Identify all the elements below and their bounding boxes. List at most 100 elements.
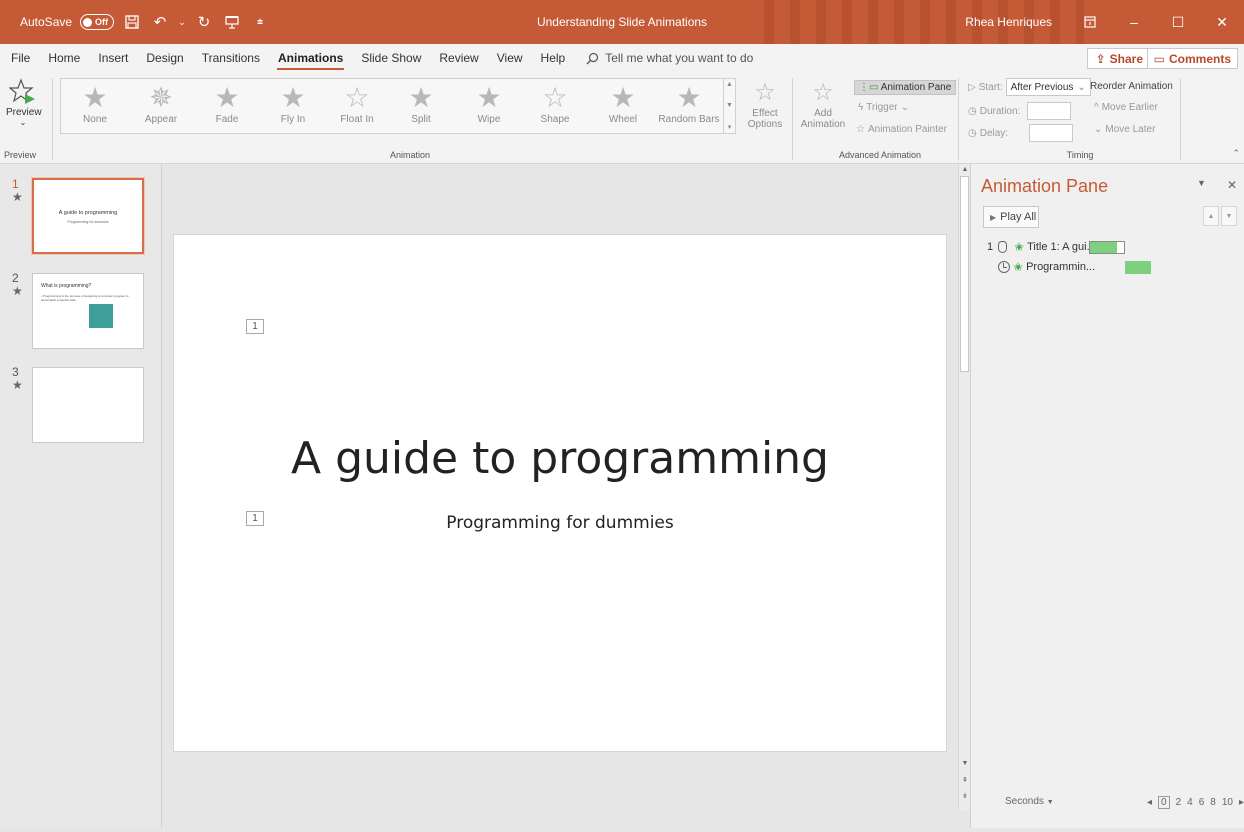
animation-indicator-icon: ★ [12, 378, 23, 392]
preview-button[interactable]: Preview ⌄ [6, 78, 42, 127]
seconds-dropdown[interactable]: Seconds ▼ [1005, 796, 1054, 807]
slide-thumbnail-2[interactable]: What is programming? • Programming is th… [32, 273, 144, 349]
scroll-thumb[interactable] [960, 176, 969, 372]
move-later-button[interactable]: ⌄ Move Later [1094, 124, 1155, 135]
tab-help[interactable]: Help [532, 44, 575, 72]
customize-qat-icon[interactable]: ⩧ [250, 12, 270, 32]
user-name[interactable]: Rhea Henriques [965, 15, 1052, 29]
maximize-icon[interactable]: ☐ [1156, 0, 1200, 44]
tab-home[interactable]: Home [39, 44, 89, 72]
gallery-wheel[interactable]: ★ Wheel [591, 82, 655, 125]
gallery-up-icon[interactable]: ▲ [726, 81, 733, 88]
delay-input[interactable] [1029, 124, 1074, 142]
gallery-float-in[interactable]: ☆ Float In [325, 82, 389, 125]
slide-thumbnail-3[interactable] [32, 367, 144, 443]
tab-view[interactable]: View [488, 44, 532, 72]
timeline-right-icon[interactable]: ▸ [1239, 797, 1244, 808]
share-button[interactable]: ⇪ Share [1086, 48, 1152, 69]
animation-list-item[interactable]: 1 ✬ Title 1: A gui... [987, 238, 1096, 256]
tab-animations[interactable]: Animations [269, 44, 352, 72]
tell-me-search[interactable]: Tell me what you want to do [586, 51, 753, 65]
gallery-random-bars[interactable]: ★ Random Bars [655, 82, 723, 125]
gallery-more-icon[interactable]: ▾ [728, 123, 732, 131]
minimize-icon[interactable]: – [1112, 0, 1156, 44]
ribbon-display-options-icon[interactable] [1068, 0, 1112, 44]
move-down-icon[interactable]: ▼ [1221, 206, 1237, 226]
collapse-ribbon-icon[interactable]: ⌃ [1232, 148, 1240, 159]
tab-transitions[interactable]: Transitions [193, 44, 269, 72]
save-icon[interactable] [122, 12, 142, 32]
gallery-none[interactable]: ★ None [63, 82, 127, 125]
slide-number-1: 1 ★ [12, 178, 23, 204]
tab-review[interactable]: Review [430, 44, 487, 72]
timeline-tick: 2 [1175, 797, 1182, 808]
gallery-wheel-label: Wheel [608, 114, 638, 125]
slide-number-3: 3 ★ [12, 366, 23, 392]
redo-icon[interactable]: ↻ [194, 12, 214, 32]
duration-row: ◷ Duration: [968, 102, 1072, 120]
timeline-footer: Seconds ▼ ◂ 0 2 4 6 8 10 ▸ [971, 792, 1244, 812]
tab-slide-show[interactable]: Slide Show [352, 44, 430, 72]
on-click-icon [998, 241, 1007, 253]
slide-thumbnail-1[interactable]: A guide to programming Programming for d… [32, 178, 144, 254]
gallery-down-icon[interactable]: ▼ [726, 102, 733, 109]
pane-close-icon[interactable]: ✕ [1227, 178, 1237, 192]
trigger-button[interactable]: ϟ Trigger ⌄ [858, 102, 909, 113]
present-from-start-icon[interactable] [222, 12, 242, 32]
gallery-random-bars-label: Random Bars [658, 114, 720, 125]
thumb-2-body: • Programming is the process of designin… [41, 294, 129, 302]
delay-row: ◷ Delay: [968, 124, 1074, 142]
animation-pane-button[interactable]: ⋮▭ Animation Pane [854, 80, 957, 95]
add-animation-button[interactable]: ☆ Add Animation [798, 78, 848, 130]
close-icon[interactable]: ✕ [1200, 0, 1244, 44]
gallery-split[interactable]: ★ Split [389, 82, 453, 125]
gallery-shape[interactable]: ☆ Shape [523, 82, 587, 125]
start-select[interactable]: After Previous ⌄ [1005, 78, 1091, 96]
undo-icon[interactable]: ↶ [150, 12, 170, 32]
animation-order-tag[interactable]: 1 [246, 319, 264, 334]
timeline-bar-fill [1090, 242, 1118, 253]
undo-dropdown-icon[interactable]: ⌄ [178, 12, 186, 32]
gallery-appear[interactable]: ✵ Appear [129, 82, 193, 125]
autosave-toggle[interactable]: Off [80, 14, 115, 30]
tab-insert[interactable]: Insert [89, 44, 137, 72]
move-up-icon[interactable]: ▲ [1203, 206, 1219, 226]
advanced-animation-group-label: Advanced Animation [838, 150, 922, 160]
comments-button[interactable]: ▭ Comments [1146, 48, 1238, 69]
gallery-fly-in[interactable]: ★ Fly In [261, 82, 325, 125]
play-all-label: Play All [1000, 211, 1037, 223]
timeline-bar-2[interactable] [1125, 261, 1151, 274]
tab-design[interactable]: Design [137, 44, 192, 72]
slide-title[interactable]: A guide to programming [174, 433, 946, 484]
gallery-wipe[interactable]: ★ Wipe [457, 82, 521, 125]
ribbon-tabs: File Home Insert Design Transitions Anim… [0, 44, 1244, 72]
pane-options-icon[interactable]: ▼ [1197, 178, 1206, 188]
tab-file[interactable]: File [2, 44, 39, 72]
after-previous-icon [998, 261, 1010, 273]
share-label: Share [1109, 51, 1143, 66]
timeline-scale: ◂ 0 2 4 6 8 10 ▸ [1147, 796, 1244, 809]
timeline-bar-1[interactable] [1089, 241, 1125, 254]
animation-pane-toggle: ⋮▭ Animation Pane [854, 80, 957, 95]
duration-clock-icon: ◷ [968, 105, 977, 117]
window-controls: Rhea Henriques – ☐ ✕ [965, 0, 1244, 44]
comment-icon: ▭ [1153, 51, 1165, 66]
star-icon: ★ [676, 82, 702, 113]
slide-editor: 1 1 A guide to programming Programming f… [163, 164, 956, 828]
duration-label: Duration: [979, 105, 1021, 117]
timeline-left-icon[interactable]: ◂ [1147, 797, 1152, 808]
timeline-bar-fill [1126, 262, 1150, 273]
move-earlier-button[interactable]: ^ Move Earlier [1094, 102, 1158, 113]
timeline-tick: 0 [1158, 796, 1170, 809]
gallery-scroller[interactable]: ▲ ▼ ▾ [723, 79, 735, 133]
gallery-fade[interactable]: ★ Fade [195, 82, 259, 125]
animation-painter-button[interactable]: ☆ Animation Painter [856, 124, 947, 135]
play-all-button[interactable]: ▶ Play All [983, 206, 1039, 228]
animation-list-item[interactable]: ✬ Programmin... [987, 258, 1095, 276]
trigger-label: Trigger [866, 102, 898, 113]
slide-canvas[interactable]: 1 1 A guide to programming Programming f… [173, 234, 947, 752]
duration-input[interactable] [1027, 102, 1072, 120]
slide-subtitle[interactable]: Programming for dummies [174, 513, 946, 533]
vertical-scrollbar[interactable]: ▲ ▼ ⇞ ⇟ [958, 164, 970, 810]
effect-options-button[interactable]: ☆ Effect Options [742, 78, 788, 130]
